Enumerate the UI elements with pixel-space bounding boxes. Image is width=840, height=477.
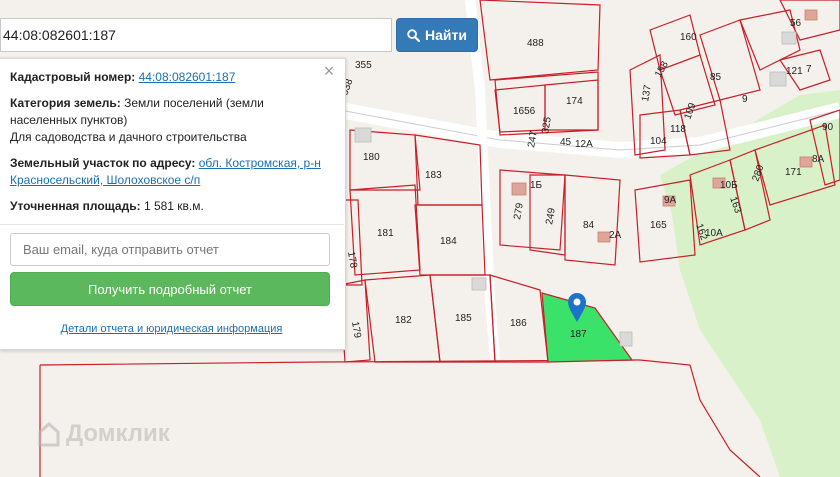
plot-label: 9 xyxy=(742,94,748,105)
plot-label: 10Б xyxy=(720,180,738,191)
close-icon[interactable]: × xyxy=(321,62,337,80)
plot-label: 185 xyxy=(455,313,472,324)
plot-label: 56 xyxy=(790,18,802,29)
address-row: Земельный участок по адресу: обл. Костро… xyxy=(10,155,333,189)
plot-label: 186 xyxy=(510,318,527,329)
search-icon xyxy=(407,28,421,42)
category-row: Категория земель: Земли поселений (земли… xyxy=(10,95,333,146)
divider xyxy=(0,224,344,225)
report-details-link[interactable]: Детали отчета и юридическая информация xyxy=(10,321,333,338)
cadastral-link[interactable]: 44:08:082601:187 xyxy=(139,70,236,84)
plot-info-panel: × Кадастровый номер: 44:08:082601:187 Ка… xyxy=(0,58,346,350)
plot-label: 174 xyxy=(566,96,583,107)
plot-label: 7 xyxy=(806,64,812,75)
plot-label: 160 xyxy=(680,32,697,43)
find-button-label: Найти xyxy=(425,27,467,43)
area-value: 1 581 кв.м. xyxy=(143,199,204,213)
plot-label: 90 xyxy=(822,122,834,133)
plot-label: 1Б xyxy=(530,180,543,191)
cadastral-label: Кадастровый номер: xyxy=(10,70,136,84)
plot-label: 182 xyxy=(395,315,412,326)
plot-label: 184 xyxy=(440,236,457,247)
plot-label: 165 xyxy=(650,220,667,231)
find-button[interactable]: Найти xyxy=(396,18,478,52)
plot-label: 10А xyxy=(705,228,723,239)
get-report-button[interactable]: Получить подробный отчет xyxy=(10,272,330,306)
plot-label: 181 xyxy=(377,228,394,239)
usage-value: Для садоводства и дачного строительства xyxy=(10,130,247,144)
cadastral-row: Кадастровый номер: 44:08:082601:187 xyxy=(10,69,333,86)
watermark: Домклик xyxy=(36,420,170,448)
plot-label: 171 xyxy=(785,167,802,178)
plot-label: 180 xyxy=(363,152,380,163)
plot-label: 488 xyxy=(527,38,544,49)
plot-label: 1656 xyxy=(513,106,536,117)
plot-label: 183 xyxy=(425,170,442,181)
plot-label: 104 xyxy=(650,136,667,147)
plot-label: 9А xyxy=(664,195,677,206)
search-input[interactable] xyxy=(0,18,392,52)
email-field[interactable] xyxy=(10,233,330,266)
plot-label: 118 xyxy=(670,124,686,135)
area-row: Уточненная площадь: 1 581 кв.м. xyxy=(10,198,333,215)
plot-label: 45 xyxy=(560,137,572,148)
plot-label: 2А xyxy=(609,230,622,241)
plot-label: 187 xyxy=(570,329,587,340)
plot-label: 84 xyxy=(583,220,595,231)
plot-label: 85 xyxy=(710,72,722,83)
plot-label: 8А xyxy=(812,154,825,165)
plot-label: 121 xyxy=(786,66,803,77)
category-label: Категория земель: xyxy=(10,96,121,110)
plot-label: 355 xyxy=(355,60,372,71)
watermark-text: Домклик xyxy=(66,420,170,447)
plot-label: 12А xyxy=(575,139,593,150)
area-label: Уточненная площадь: xyxy=(10,199,141,213)
address-label: Земельный участок по адресу: xyxy=(10,156,196,170)
domclick-logo-icon xyxy=(38,421,60,447)
